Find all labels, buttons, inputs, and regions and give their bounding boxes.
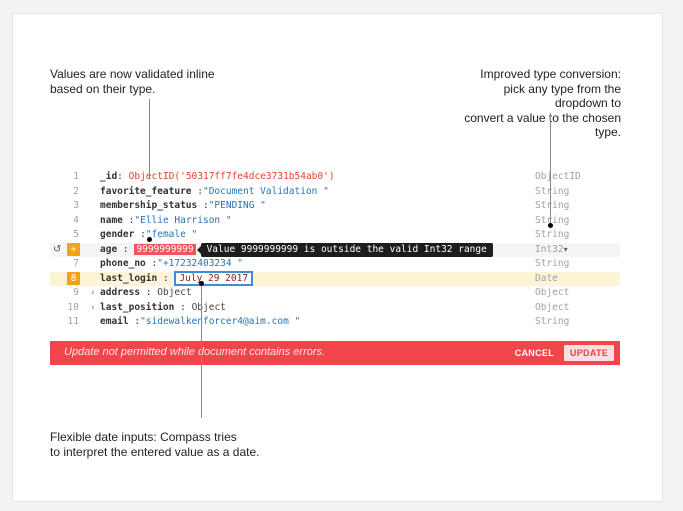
type-label[interactable]: String xyxy=(535,257,569,272)
callout-flexible-dates: Flexible date inputs: Compass tries to i… xyxy=(50,430,259,459)
line-number: 5 xyxy=(73,229,79,240)
validation-tooltip: Value 9999999999 is outside the valid In… xyxy=(196,242,493,257)
callout-line: Values are now validated inline xyxy=(50,67,215,81)
leader-line-type xyxy=(550,113,551,225)
field-key[interactable]: membership_status xyxy=(100,200,197,211)
leader-dot-date xyxy=(199,281,204,286)
type-dropdown[interactable]: Int32▾ xyxy=(535,243,568,258)
key-separator: : xyxy=(162,272,169,284)
type-label[interactable]: String xyxy=(535,228,569,243)
field-value[interactable]: Object xyxy=(157,287,191,298)
field-value[interactable]: Object xyxy=(192,302,226,313)
callout-line: to interpret the entered value as a date… xyxy=(50,444,260,459)
key-separator: : xyxy=(145,287,152,298)
field-value[interactable]: ObjectID('50317ff7fe4dce3731b54ab0') xyxy=(129,171,335,182)
line-number: 3 xyxy=(73,200,79,211)
line-number-badge: 8 xyxy=(67,272,80,286)
key-separator: : xyxy=(122,243,129,255)
type-label[interactable]: String xyxy=(535,185,569,200)
line-number: 2 xyxy=(73,185,79,197)
field-value[interactable]: "Document Validation " xyxy=(203,186,329,197)
date-value-input[interactable]: July 29 2017 xyxy=(174,270,254,286)
field-row-last-login[interactable]: 8 last_login : July 29 2017 Date xyxy=(50,270,620,287)
line-number: 10 xyxy=(67,301,79,313)
field-value[interactable]: "sidewalkenforcer4@aim.com " xyxy=(140,316,300,327)
type-label[interactable]: String xyxy=(535,315,569,330)
field-key[interactable]: favorite_feature xyxy=(100,186,192,197)
type-label[interactable]: String xyxy=(535,199,569,214)
chevron-right-icon[interactable]: › xyxy=(91,301,95,316)
field-key[interactable]: last_position xyxy=(100,302,174,313)
callout-line: based on their type. xyxy=(50,81,156,96)
key-separator: : xyxy=(117,171,123,182)
type-label[interactable]: Object xyxy=(535,286,569,301)
field-key[interactable]: phone_no xyxy=(100,258,146,269)
update-button[interactable]: UPDATE xyxy=(564,345,614,361)
callout-inline-validation: Values are now validated inline based on… xyxy=(50,67,215,96)
field-value[interactable]: "+17232403234 " xyxy=(157,258,243,269)
line-number: 1 xyxy=(73,171,79,182)
field-value[interactable]: "PENDING " xyxy=(209,200,266,211)
field-row-phone-no[interactable]: 7 phone_no :"+17232403234 " String xyxy=(50,257,620,272)
leader-dot-validation xyxy=(147,237,152,242)
field-key[interactable]: gender xyxy=(100,229,134,240)
field-key[interactable]: age xyxy=(100,244,117,255)
field-key[interactable]: last_login xyxy=(100,273,157,284)
field-value[interactable]: "Ellie Harrison " xyxy=(134,215,231,226)
leader-line-date xyxy=(201,283,202,418)
callout-type-conversion: Improved type conversion: pick any type … xyxy=(464,67,621,140)
field-row-gender[interactable]: 5 gender :"female " String xyxy=(50,228,620,243)
leader-line-validation xyxy=(149,99,150,179)
added-badge: + xyxy=(67,243,80,257)
field-row-last-position[interactable]: 10 › last_position : Object Object xyxy=(50,301,620,316)
line-number: 7 xyxy=(73,258,79,269)
key-separator: : xyxy=(180,301,186,313)
type-label[interactable]: Object xyxy=(535,301,569,316)
error-message: Update not permitted while document cont… xyxy=(64,346,326,358)
chevron-right-icon[interactable]: › xyxy=(91,286,95,301)
type-label[interactable]: ObjectID xyxy=(535,170,581,185)
field-row-address[interactable]: 9 › address : Object Object xyxy=(50,286,620,301)
field-row-membership-status[interactable]: 3 membership_status :"PENDING " String xyxy=(50,199,620,214)
field-row-favorite-feature[interactable]: 2 favorite_feature :"Document Validation… xyxy=(50,185,620,200)
field-value[interactable]: "female " xyxy=(146,229,197,240)
field-key[interactable]: email xyxy=(100,316,129,327)
error-bar: Update not permitted while document cont… xyxy=(50,341,620,365)
line-number: 11 xyxy=(67,316,79,327)
callout-line: type. xyxy=(594,125,621,139)
field-key[interactable]: address xyxy=(100,287,140,298)
field-row-email[interactable]: 11 email :"sidewalkenforcer4@aim.com " S… xyxy=(50,315,620,330)
field-row-id[interactable]: 1 _id: ObjectID('50317ff7fe4dce3731b54ab… xyxy=(50,170,620,185)
cancel-button[interactable]: CANCEL xyxy=(515,348,554,358)
undo-icon[interactable]: ↺ xyxy=(53,243,61,258)
line-number: 9 xyxy=(73,287,79,298)
callout-line: Flexible date inputs: Compass tries xyxy=(50,430,237,444)
line-number: 4 xyxy=(73,214,79,226)
type-label[interactable]: Date xyxy=(535,272,558,287)
field-key[interactable]: name xyxy=(100,215,123,226)
callout-line: Improved type conversion: xyxy=(480,67,621,81)
callout-line: dropdown to xyxy=(554,96,621,110)
caret-down-icon: ▾ xyxy=(563,244,568,254)
document-editor: 1 _id: ObjectID('50317ff7fe4dce3731b54ab… xyxy=(50,170,620,330)
type-label: Int32 xyxy=(535,243,564,255)
field-row-age[interactable]: ↺ + age : 9999999999 Value 9999999999 is … xyxy=(50,242,620,258)
field-key[interactable]: _id xyxy=(100,171,117,182)
leader-dot-type xyxy=(548,223,553,228)
callout-line: pick any type from the xyxy=(503,81,621,96)
field-row-name[interactable]: 4 name :"Ellie Harrison " String xyxy=(50,214,620,229)
callout-line: convert a value to the chosen xyxy=(464,110,621,125)
invalid-value[interactable]: 9999999999 xyxy=(134,243,196,255)
